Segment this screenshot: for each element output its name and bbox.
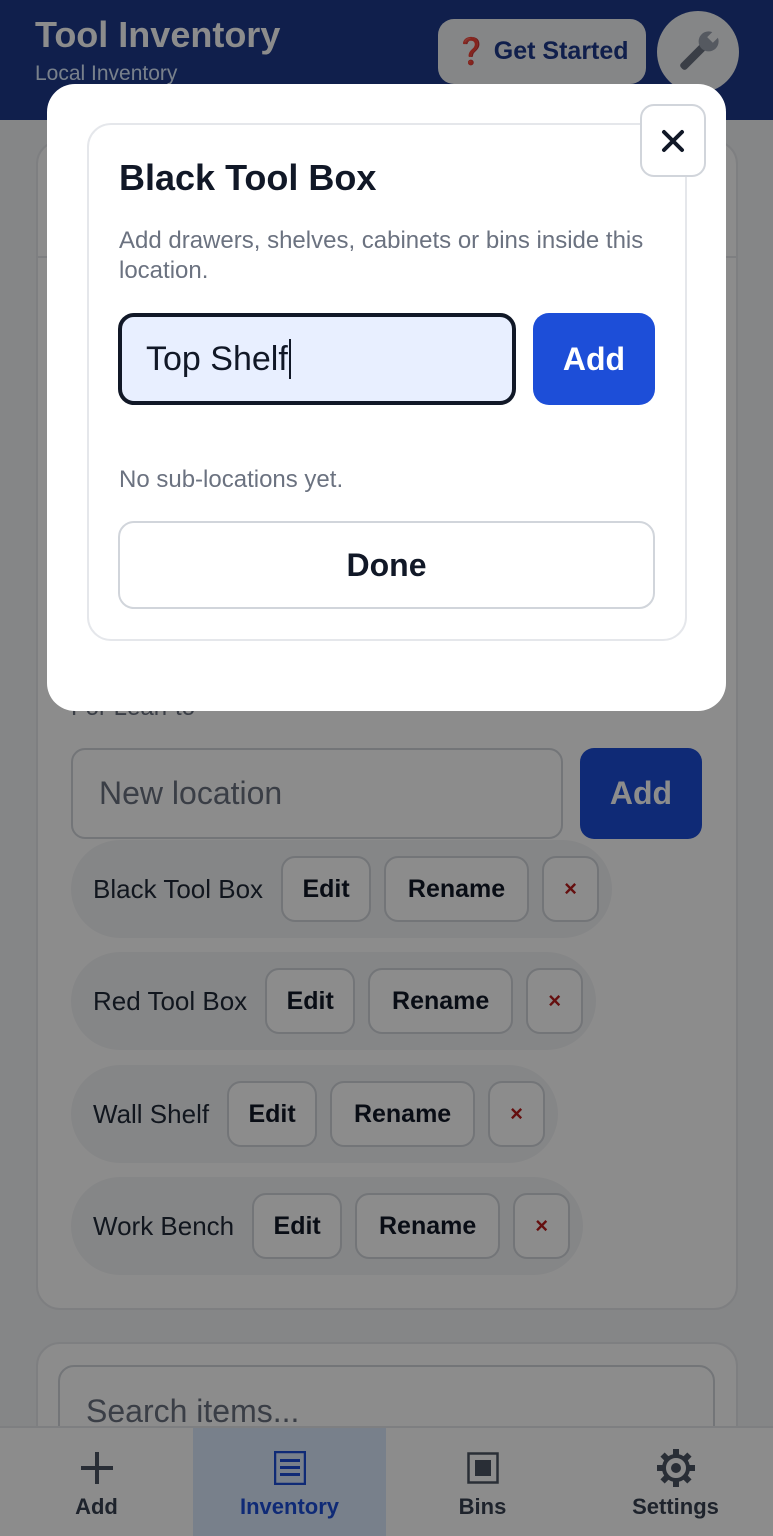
- text-caret: [288, 339, 291, 379]
- close-icon: [662, 129, 684, 152]
- add-sub-location-button[interactable]: Add: [533, 313, 655, 405]
- empty-state-message: No sub-locations yet.: [119, 466, 344, 493]
- modal-description: Add drawers, shelves, cabinets or bins i…: [119, 227, 644, 284]
- modal-title: Black Tool Box: [119, 157, 377, 198]
- done-button[interactable]: Done: [118, 521, 655, 609]
- sub-location-modal: Black Tool Box Add drawers, shelves, cab…: [47, 84, 726, 711]
- close-button[interactable]: [640, 104, 706, 177]
- sub-location-input[interactable]: Top Shelf: [118, 313, 516, 405]
- sub-location-input-value: Top Shelf: [146, 339, 288, 378]
